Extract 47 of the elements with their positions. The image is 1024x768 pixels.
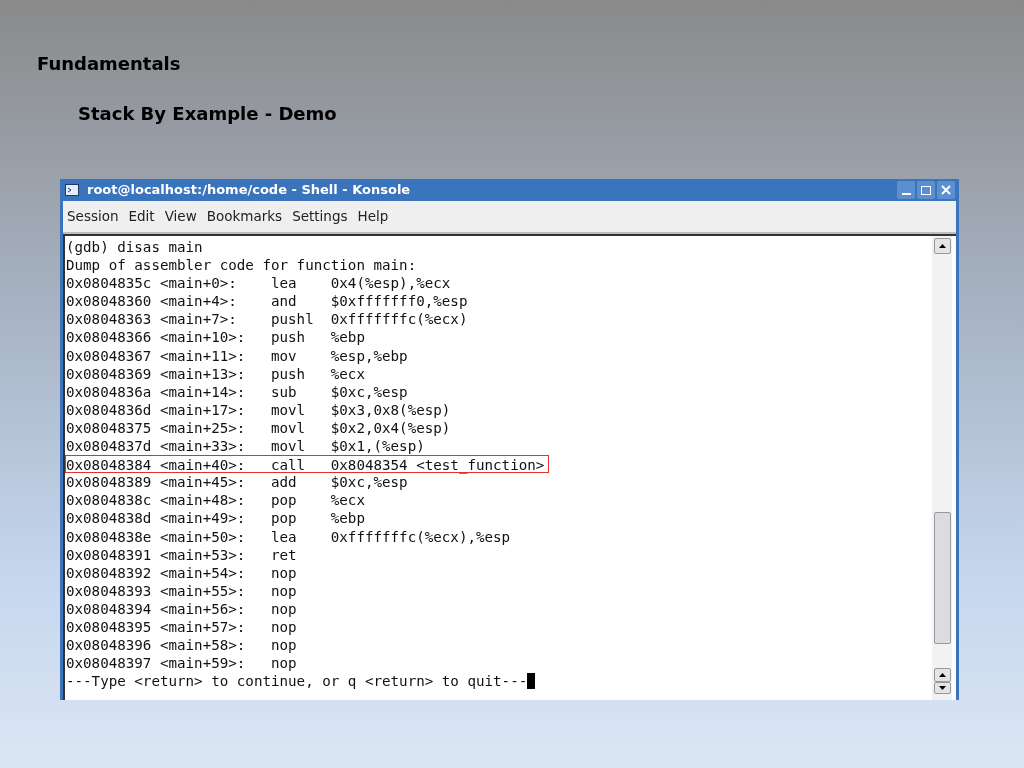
- terminal-line: 0x0804837d <main+33>: movl $0x1,(%esp): [66, 437, 425, 456]
- up-arrow-icon: [938, 673, 946, 677]
- menu-item[interactable]: View: [161, 206, 200, 227]
- menu-item[interactable]: Bookmarks: [203, 206, 286, 227]
- menu-item[interactable]: Edit: [125, 206, 158, 227]
- terminal-line: 0x0804838e <main+50>: lea 0xfffffffc(%ecx),%esp: [66, 527, 511, 546]
- terminal-line: 0x08048367 <main+11>: mov %esp,%ebp: [66, 346, 408, 365]
- terminal-line: Dump of assembler code for function main:: [66, 256, 417, 275]
- scroll-up-button[interactable]: [933, 238, 951, 254]
- terminal-line: 0x08048392 <main+54>: nop: [66, 563, 297, 582]
- scroll-up-button[interactable]: [933, 668, 951, 682]
- terminal-line: 0x08048369 <main+13>: push %ecx: [66, 364, 365, 383]
- terminal-line: 0x08048391 <main+53>: ret: [66, 545, 297, 564]
- terminal-line: 0x08048395 <main+57>: nop: [66, 617, 297, 637]
- terminal-line: 0x08048394 <main+56>: nop: [66, 599, 297, 618]
- terminal-line: (gdb) disas main: [66, 238, 203, 257]
- menu-item[interactable]: Settings: [289, 206, 351, 227]
- terminal-line: 0x0804835c <main+0>: lea 0x4(%esp),%ecx: [66, 274, 451, 293]
- window-title: root@localhost:/home/code - Shell - Konsole: [87, 181, 411, 200]
- slide-title: Fundamentals: [37, 52, 181, 76]
- terminal-line: 0x0804838c <main+48>: pop %ecx: [66, 491, 365, 510]
- scrollbar[interactable]: [932, 236, 952, 700]
- menu-item[interactable]: Help: [354, 206, 392, 227]
- terminal-line: 0x08048393 <main+55>: nop: [66, 581, 297, 600]
- terminal-line: 0x08048375 <main+25>: movl $0x2,0x4(%esp): [66, 418, 451, 438]
- terminal-line: ---Type <return> to continue, or q <return> to quit---: [66, 672, 528, 691]
- terminal-line: 0x08048366 <main+10>: push %ebp: [66, 328, 365, 347]
- terminal-line: 0x0804836a <main+14>: sub $0xc,%esp: [66, 382, 408, 401]
- close-button[interactable]: [937, 181, 955, 199]
- down-arrow-icon: [938, 686, 946, 690]
- up-arrow-icon: [938, 244, 946, 248]
- terminal-line: 0x08048363 <main+7>: pushl 0xfffffffc(%ecx): [66, 310, 468, 329]
- terminal-line: 0x08048397 <main+59>: nop: [66, 654, 297, 673]
- terminal-line: 0x08048360 <main+4>: and $0xfffffff0,%esp: [66, 292, 468, 311]
- slide-subtitle: Stack By Example - Demo: [78, 102, 337, 126]
- maximize-button[interactable]: [917, 181, 935, 199]
- terminal-line: 0x0804836d <main+17>: movl $0x3,0x8(%esp): [66, 400, 451, 419]
- terminal-line: 0x08048396 <main+58>: nop: [66, 636, 297, 655]
- minimize-button[interactable]: [897, 181, 915, 199]
- close-icon: [941, 185, 951, 195]
- text-cursor: [527, 673, 536, 690]
- terminal-line: 0x0804838d <main+49>: pop %ebp: [66, 509, 365, 528]
- terminal-line: 0x08048389 <main+45>: add $0xc,%esp: [66, 473, 408, 492]
- terminal-icon: [65, 184, 79, 196]
- menu-item[interactable]: Session: [64, 206, 122, 227]
- scroll-thumb[interactable]: [933, 512, 951, 644]
- scroll-down-button[interactable]: [933, 682, 951, 694]
